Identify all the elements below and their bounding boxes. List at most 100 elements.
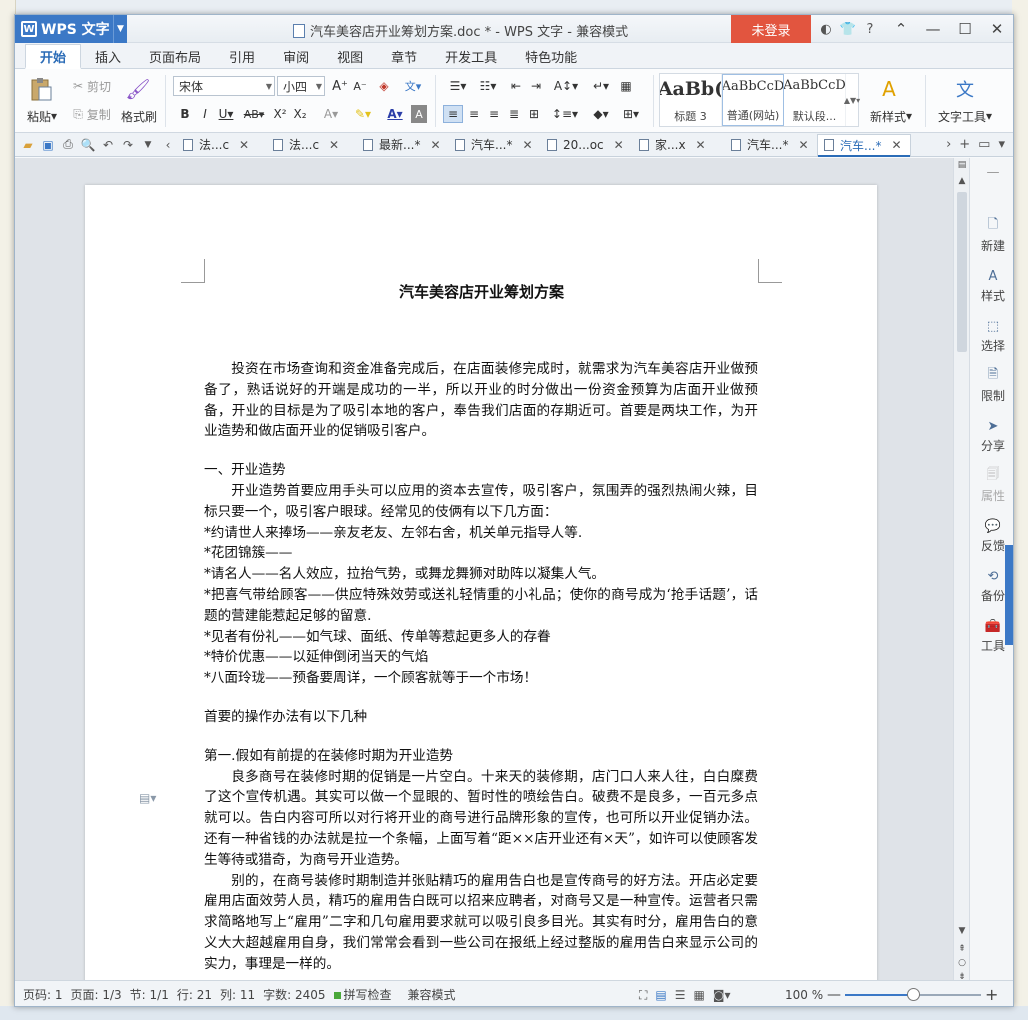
tab-page-layout[interactable]: 页面布局 xyxy=(135,44,215,68)
close-tab-icon[interactable]: ✕ xyxy=(522,138,532,152)
italic-icon[interactable]: I xyxy=(197,105,213,123)
scroll-down-icon[interactable]: ▼ xyxy=(954,926,970,936)
prev-page-icon[interactable]: ⇞ xyxy=(954,944,970,954)
undo-icon[interactable]: ↶ xyxy=(99,138,117,152)
document-body[interactable]: 投资在市场查询和资金准备完成后，在店面装修完成时，就需求为汽车美容店开业做预备了… xyxy=(204,359,758,975)
close-tab-icon[interactable]: ✕ xyxy=(430,138,440,152)
wps-menu-button[interactable]: W WPS 文字 ▼ xyxy=(15,15,127,43)
phonetic-guide-icon[interactable]: 文▾ xyxy=(399,77,427,95)
format-painter-button[interactable]: 格式刷 xyxy=(117,107,161,125)
doc-tab[interactable]: 最新...* ✕ xyxy=(357,134,449,156)
format-painter-icon[interactable]: 🖌 xyxy=(123,75,153,103)
new-tab-icon[interactable]: + xyxy=(959,137,970,152)
tab-scroll-left-icon[interactable]: ‹ xyxy=(159,138,177,152)
text-effect-icon[interactable]: A▾ xyxy=(317,105,345,123)
zoom-out-icon[interactable]: — xyxy=(827,987,841,1003)
justify-icon[interactable]: ≣ xyxy=(505,105,523,123)
shirt-icon[interactable]: 👕 xyxy=(837,22,859,37)
help-icon[interactable]: ? xyxy=(859,22,881,37)
tab-scroll-right-icon[interactable]: › xyxy=(946,137,951,152)
sidebar-collapse[interactable]: — xyxy=(970,164,1013,183)
doc-tab[interactable]: 20...oc ✕ xyxy=(541,134,633,156)
close-button[interactable]: ✕ xyxy=(981,15,1013,43)
zoom-slider-knob[interactable] xyxy=(907,988,920,1001)
shrink-font-icon[interactable]: A⁻ xyxy=(351,77,369,95)
tab-home[interactable]: 开始 xyxy=(25,44,82,69)
style-gallery-scroll[interactable]: ▲▼▾ xyxy=(844,74,860,126)
close-tab-icon[interactable]: ✕ xyxy=(329,138,339,152)
close-tab-icon[interactable]: ✕ xyxy=(696,138,706,152)
close-tab-icon[interactable]: ✕ xyxy=(614,138,624,152)
align-center-icon[interactable]: ≡ xyxy=(465,105,483,123)
doc-tab[interactable]: 汽车...* ✕ xyxy=(725,134,817,156)
sidebar-item-select[interactable]: ⬚ 选择 xyxy=(970,318,1013,354)
save-icon[interactable]: ▣ xyxy=(39,138,57,152)
sidebar-item-properties[interactable]: 🗐 属性 xyxy=(970,467,1013,504)
fullscreen-icon[interactable]: ⛶ xyxy=(639,988,647,1003)
line-spacing-icon[interactable]: ↕≡▾ xyxy=(551,105,579,123)
select-browse-icon[interactable]: ○ xyxy=(954,958,970,968)
status-word-count[interactable]: 字数: 2405 xyxy=(259,986,329,1003)
tab-references[interactable]: 引用 xyxy=(215,44,269,68)
skin-icon[interactable]: ◐ xyxy=(815,22,837,37)
chevron-down-icon[interactable]: ▼ xyxy=(139,140,157,150)
zoom-in-icon[interactable]: + xyxy=(985,985,998,1004)
sidebar-item-share[interactable]: ➤ 分享 xyxy=(970,418,1013,454)
cut-button[interactable]: ✂ 剪切 xyxy=(67,77,117,95)
subscript-icon[interactable]: X₂ xyxy=(291,105,309,123)
align-right-icon[interactable]: ≡ xyxy=(485,105,503,123)
chevron-down-icon[interactable]: ▼ xyxy=(113,15,127,43)
close-tab-icon[interactable]: ✕ xyxy=(891,138,901,152)
bullets-icon[interactable]: ☰▾ xyxy=(443,77,473,95)
close-tab-icon[interactable]: ✕ xyxy=(239,138,249,152)
paste-icon[interactable] xyxy=(23,75,59,103)
increase-indent-icon[interactable]: ⇥ xyxy=(527,77,545,95)
underline-icon[interactable]: U▾ xyxy=(215,105,237,123)
new-style-button[interactable]: 新样式 ▾ xyxy=(863,107,919,125)
highlight-icon[interactable]: ✎▾ xyxy=(349,105,377,123)
zoom-level[interactable]: 100 % xyxy=(785,988,823,1002)
tab-menu-icon[interactable]: ▾ xyxy=(998,137,1005,152)
login-button[interactable]: 未登录 xyxy=(731,15,811,43)
doc-tab[interactable]: 汽车...* ✕ xyxy=(449,134,541,156)
font-name-select[interactable]: 宋体 ▼ xyxy=(173,76,275,96)
decrease-indent-icon[interactable]: ⇤ xyxy=(507,77,525,95)
clear-format-icon[interactable]: ◈ xyxy=(375,77,393,95)
spell-check-toggle[interactable]: 拼写检查 xyxy=(330,986,396,1003)
distribute-icon[interactable]: ⊞ xyxy=(525,105,543,123)
sidebar-item-new[interactable]: 🗋 新建 xyxy=(970,217,1013,254)
sidebar-item-restrict[interactable]: 🗎 限制 xyxy=(970,367,1013,404)
sort-icon[interactable]: A↕▾ xyxy=(551,77,581,95)
tab-review[interactable]: 审阅 xyxy=(269,44,323,68)
shading-icon[interactable]: ◆▾ xyxy=(587,105,615,123)
print-preview-icon[interactable]: 🔍 xyxy=(79,138,97,152)
close-tab-icon[interactable]: ✕ xyxy=(798,138,808,152)
scrollbar-thumb[interactable] xyxy=(957,192,967,352)
tab-special-features[interactable]: 特色功能 xyxy=(511,44,591,68)
borders-icon[interactable]: ⊞▾ xyxy=(617,105,645,123)
status-pages[interactable]: 页面: 1/3 xyxy=(67,986,126,1003)
paste-button[interactable]: 粘贴 ▾ xyxy=(21,107,63,125)
redo-icon[interactable]: ↷ xyxy=(119,138,137,152)
maximize-button[interactable]: ☐ xyxy=(949,15,981,43)
font-size-select[interactable]: 小四 ▼ xyxy=(277,76,325,96)
scroll-up-icon[interactable]: ▲ xyxy=(954,176,970,186)
strikethrough-icon[interactable]: AB▾ xyxy=(239,105,269,123)
tab-developer[interactable]: 开发工具 xyxy=(431,44,511,68)
page-view-icon[interactable]: ▤ xyxy=(655,988,666,1002)
zoom-slider[interactable] xyxy=(845,988,981,1001)
minimize-button[interactable]: — xyxy=(917,15,949,43)
doc-tab[interactable]: 法...c ✕ xyxy=(177,134,267,156)
style-default-paragraph[interactable]: AaBbCcD 默认段... xyxy=(784,74,846,126)
sidebar-item-styles[interactable]: A 样式 xyxy=(970,268,1013,304)
status-page-code[interactable]: 页码: 1 xyxy=(19,986,67,1003)
outline-view-icon[interactable]: ☰ xyxy=(675,988,686,1002)
table-icon[interactable]: ▦ xyxy=(617,77,635,95)
web-view-icon[interactable]: ▦ xyxy=(694,988,705,1002)
style-heading-3[interactable]: AaBb( 标题 3 xyxy=(660,74,722,126)
paragraph-options-icon[interactable]: ▤▾ xyxy=(139,791,156,805)
bold-icon[interactable]: B xyxy=(177,105,193,123)
text-tools-button[interactable]: 文字工具 ▾ xyxy=(933,107,997,125)
numbering-icon[interactable]: ☷▾ xyxy=(473,77,503,95)
tab-list-icon[interactable]: ▭ xyxy=(978,137,990,152)
